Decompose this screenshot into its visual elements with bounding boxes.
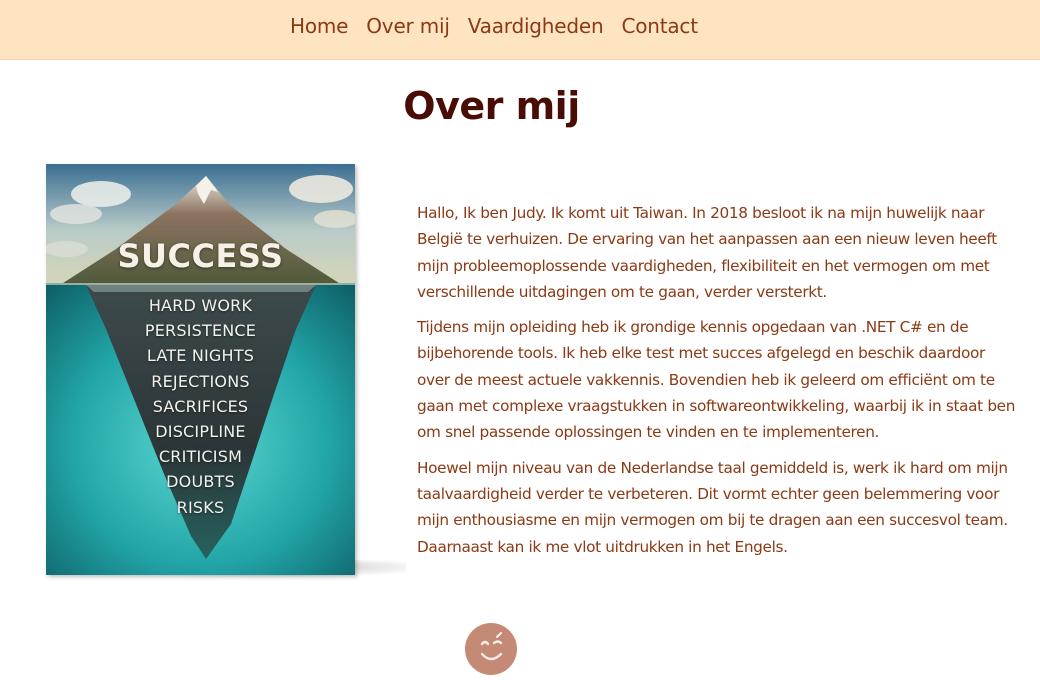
poster-word-list: HARD WORK PERSISTENCE LATE NIGHTS REJECT… — [46, 293, 355, 520]
nav-link-contact[interactable]: Contact — [621, 14, 698, 38]
wink-face-icon — [465, 623, 517, 675]
nav-link-home[interactable]: Home — [290, 14, 348, 38]
poster-word: REJECTIONS — [151, 371, 250, 391]
poster-word: RISKS — [176, 497, 225, 517]
poster-word: SACRIFICES — [152, 396, 249, 416]
nav-links: Home Over mij Vaardigheden Contact — [290, 14, 698, 38]
about-text: Hallo, Ik ben Judy. Ik komt uit Taiwan. … — [417, 200, 1017, 569]
poster-word: CRITICISM — [158, 447, 243, 467]
poster-word: DOUBTS — [166, 472, 235, 492]
navbar: Home Over mij Vaardigheden Contact — [0, 0, 1040, 60]
about-paragraph-language: Hoewel mijn niveau van de Nederlandse ta… — [417, 458, 1008, 556]
iceberg-poster-image: SUCCESS HARD WORK PERSISTENCE LATE NIGHT… — [46, 164, 355, 575]
poster-word: PERSISTENCE — [144, 321, 257, 341]
about-paragraph-intro: Hallo, Ik ben Judy. Ik komt uit Taiwan. … — [417, 204, 997, 301]
poster-heading: SUCCESS — [117, 237, 284, 275]
nav-link-vaardigheden[interactable]: Vaardigheden — [468, 14, 604, 38]
poster-word: LATE NIGHTS — [146, 346, 255, 366]
page-title: Over mij — [403, 84, 580, 128]
poster-container: SUCCESS HARD WORK PERSISTENCE LATE NIGHT… — [46, 164, 406, 584]
poster-word: DISCIPLINE — [155, 421, 246, 441]
about-paragraph-education: Tijdens mijn opleiding heb ik grondige k… — [417, 318, 1016, 442]
poster-word: HARD WORK — [148, 296, 253, 315]
nav-link-over-mij[interactable]: Over mij — [366, 14, 450, 38]
